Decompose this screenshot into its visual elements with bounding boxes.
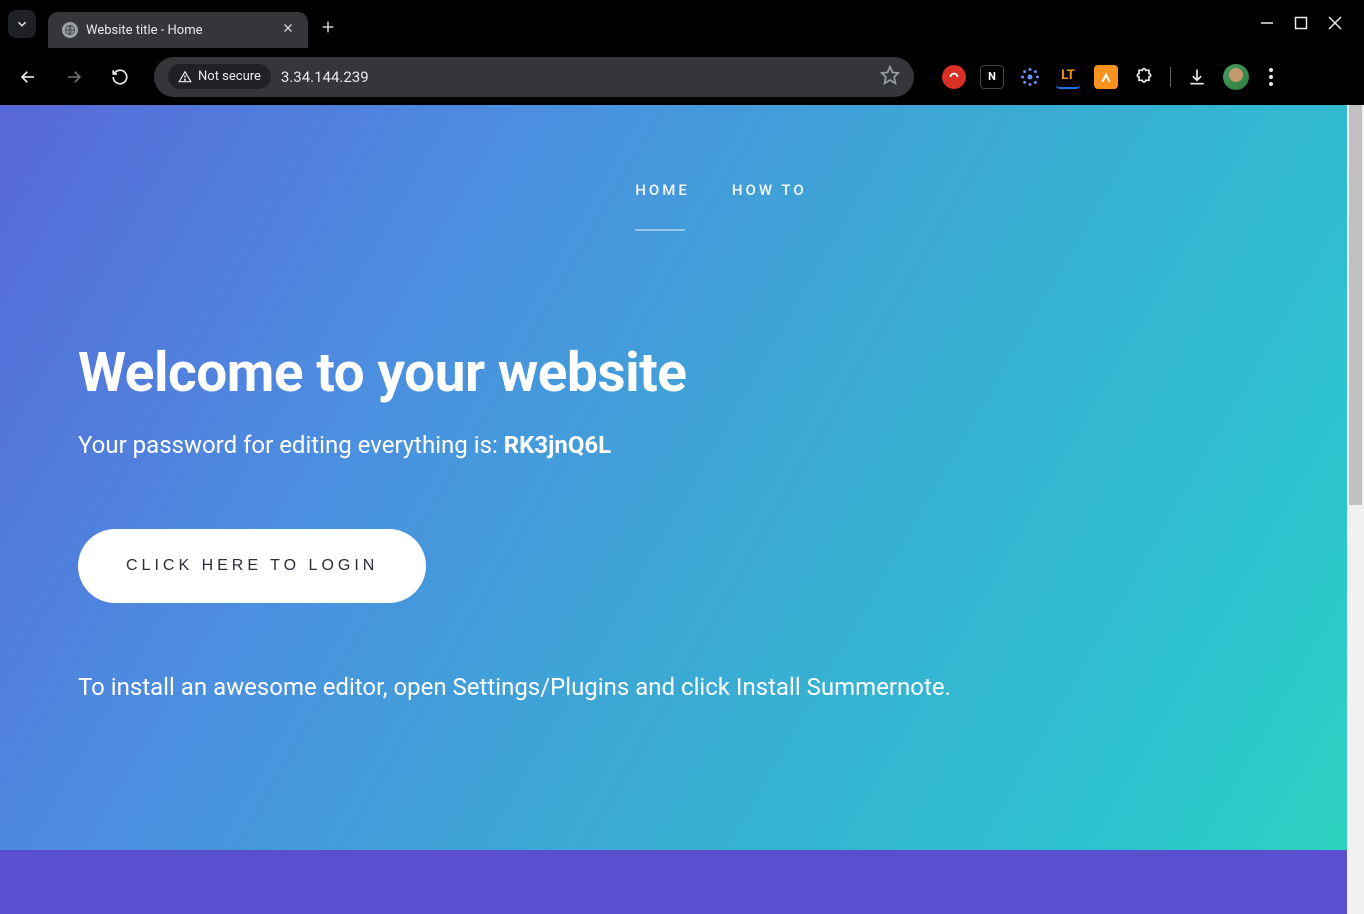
hero-section: HOME HOW TO Welcome to your website Your…	[0, 105, 1364, 850]
reload-button[interactable]	[102, 59, 138, 95]
page-viewport: HOME HOW TO Welcome to your website Your…	[0, 105, 1364, 914]
bookmark-star-icon[interactable]	[880, 65, 900, 89]
minimize-button[interactable]	[1260, 15, 1274, 34]
toolbar-separator	[1170, 67, 1171, 87]
close-window-button[interactable]	[1328, 15, 1342, 34]
back-button[interactable]	[10, 59, 46, 95]
extension-icon-5[interactable]	[1094, 65, 1118, 89]
browser-tab[interactable]: Website title - Home	[48, 12, 308, 48]
tab-close-icon[interactable]	[282, 22, 294, 38]
page-headline: Welcome to your website	[78, 341, 1364, 405]
maximize-button[interactable]	[1294, 15, 1308, 34]
site-nav: HOME HOW TO	[78, 181, 1364, 231]
new-tab-button[interactable]	[320, 19, 336, 39]
tab-title: Website title - Home	[86, 23, 274, 38]
profile-avatar[interactable]	[1223, 64, 1249, 90]
nav-link-how-to[interactable]: HOW TO	[732, 181, 807, 231]
downloads-icon[interactable]	[1185, 65, 1209, 89]
tab-search-dropdown[interactable]	[8, 10, 36, 38]
footer-band	[0, 850, 1364, 914]
toolbar: Not secure 3.34.144.239 N LT	[0, 48, 1364, 105]
browser-menu-icon[interactable]	[1263, 62, 1279, 92]
browser-chrome: Website title - Home Not secure 3.34.144…	[0, 0, 1364, 105]
tab-bar: Website title - Home	[0, 0, 1364, 48]
warning-icon	[178, 70, 192, 84]
password-subtitle: Your password for editing everything is:…	[78, 431, 1364, 459]
globe-icon	[62, 22, 78, 38]
extension-icon-3[interactable]	[1018, 65, 1042, 89]
extension-icons: N LT	[942, 62, 1279, 92]
scrollbar-thumb[interactable]	[1349, 105, 1362, 505]
url-text: 3.34.144.239	[281, 68, 369, 86]
extensions-menu-icon[interactable]	[1132, 65, 1156, 89]
vertical-scrollbar[interactable]	[1347, 105, 1364, 914]
address-bar[interactable]: Not secure 3.34.144.239	[154, 57, 914, 97]
login-button[interactable]: CLICK HERE TO LOGIN	[78, 529, 426, 603]
extension-icon-1[interactable]	[942, 65, 966, 89]
window-controls	[1260, 15, 1356, 34]
subtitle-password: RK3jnQ6L	[504, 431, 611, 459]
forward-button[interactable]	[56, 59, 92, 95]
security-label: Not secure	[198, 69, 261, 84]
subtitle-prefix: Your password for editing everything is:	[78, 431, 504, 459]
nav-link-home[interactable]: HOME	[635, 181, 690, 231]
extension-languagetool-icon[interactable]: LT	[1056, 65, 1080, 89]
security-indicator[interactable]: Not secure	[168, 64, 271, 89]
editor-hint: To install an awesome editor, open Setti…	[78, 673, 1364, 701]
extension-notion-icon[interactable]: N	[980, 65, 1004, 89]
